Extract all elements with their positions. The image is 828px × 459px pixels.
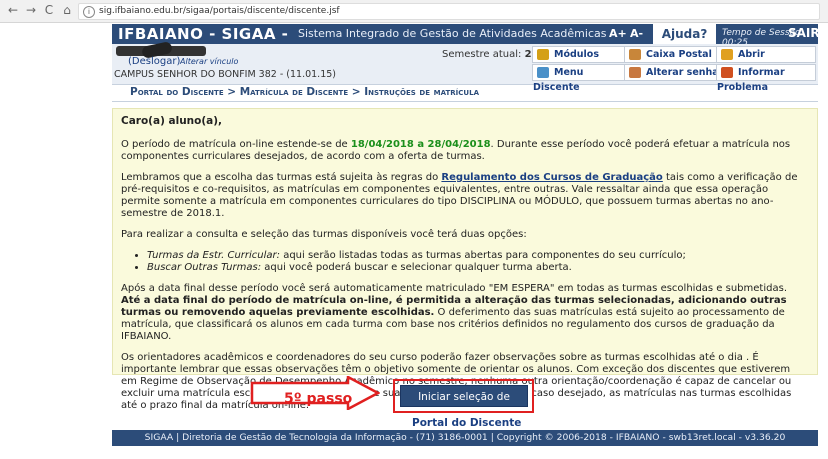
modules-icon: [537, 49, 549, 60]
menu-icon: [537, 67, 549, 78]
forward-arrow-icon[interactable]: →: [24, 3, 38, 17]
text: aqui você poderá buscar e selecionar qua…: [261, 262, 572, 273]
system-subtitle: Sistema Integrado de Gestão de Atividade…: [298, 27, 607, 40]
mailbox-button[interactable]: Caixa Postal: [624, 46, 720, 63]
reload-icon[interactable]: C: [42, 3, 56, 17]
list-item: Buscar Outras Turmas: aqui você poderá b…: [147, 262, 806, 274]
divider: [112, 101, 818, 102]
portal-link[interactable]: Portal do Discente: [412, 417, 521, 429]
step-label: 5º passo: [284, 391, 353, 407]
back-arrow-icon[interactable]: ←: [6, 3, 20, 17]
regulation-link[interactable]: Regulamento dos Cursos de Graduação: [441, 172, 662, 183]
user-info-bar: (Deslogar) Alterar vínculo CAMPUS SENHOR…: [112, 41, 818, 93]
text: Lembramos que a escolha das turmas está …: [121, 172, 442, 183]
url-text: sig.ifbaiano.edu.br/sigaa/portais/discen…: [99, 6, 340, 16]
report-problem-button[interactable]: Informar Problema: [716, 64, 816, 93]
modules-button[interactable]: Módulos: [532, 46, 628, 63]
home-icon[interactable]: ⌂: [60, 3, 74, 17]
breadcrumb: Portal do Discente > Matrícula de Discen…: [130, 86, 479, 98]
text: aqui serão listadas todas as turmas aber…: [280, 250, 686, 261]
deslogar-link[interactable]: (Deslogar): [128, 56, 180, 67]
site-info-icon[interactable]: i: [83, 6, 95, 18]
ticket-icon: [721, 49, 733, 60]
mailbox-icon: [629, 49, 641, 60]
list-item: Turmas da Estr. Curricular: aqui serão l…: [147, 250, 806, 262]
paragraph-options: Para realizar a consulta e seleção das t…: [121, 229, 527, 240]
open-ticket-button[interactable]: Abrir Chamado: [716, 46, 816, 75]
option-name: Turmas da Estr. Curricular:: [147, 250, 281, 261]
help-link[interactable]: Ajuda?: [653, 24, 716, 44]
change-password-label: Alterar senha: [646, 67, 719, 78]
logout-link[interactable]: SAIR: [788, 26, 820, 40]
mailbox-label: Caixa Postal: [646, 49, 712, 60]
change-password-button[interactable]: Alterar senha: [624, 64, 720, 81]
student-menu-button[interactable]: Menu Discente: [532, 64, 628, 93]
browser-toolbar: ← → C ⌂ i sig.ifbaiano.edu.br/sigaa/porta…: [0, 0, 828, 23]
warning-icon: [721, 67, 733, 78]
key-icon: [629, 67, 641, 78]
paragraph-deadline: Após a data final desse período você ser…: [121, 283, 806, 343]
increase-font-button[interactable]: A+: [609, 27, 627, 40]
text: O período de matrícula on-line estende-s…: [121, 139, 351, 150]
options-list: Turmas da Estr. Curricular: aqui serão l…: [121, 250, 806, 274]
footer: SIGAA | Diretoria de Gestão de Tecnologi…: [112, 430, 818, 446]
enrollment-dates: 18/04/2018 a 28/04/2018: [350, 139, 491, 150]
decrease-font-button[interactable]: A-: [630, 27, 643, 40]
paragraph-period: O período de matrícula on-line estende-s…: [121, 139, 806, 163]
modules-label: Módulos: [554, 49, 599, 60]
change-link-link[interactable]: Alterar vínculo: [180, 57, 238, 66]
system-header: IFBAIANO - SIGAA - Sistema Integrado de …: [112, 24, 820, 48]
semester-label: Semestre atual:: [442, 49, 522, 60]
instructions-text: Caro(a) aluno(a), O período de matrícula…: [121, 115, 806, 421]
system-title: IFBAIANO - SIGAA -: [118, 25, 289, 43]
greeting: Caro(a) aluno(a),: [121, 115, 223, 127]
address-bar[interactable]: i sig.ifbaiano.edu.br/sigaa/portais/disce…: [78, 3, 820, 20]
text: Após a data final desse período você ser…: [121, 283, 787, 294]
start-selection-button[interactable]: Iniciar seleção de turmas: [400, 385, 528, 425]
campus-label: CAMPUS SENHOR DO BONFIM 382 - (11.01.15): [114, 69, 336, 80]
paragraph-rules: Lembramos que a escolha das turmas está …: [121, 172, 806, 220]
instructions-panel: Caro(a) aluno(a), O período de matrícula…: [112, 108, 818, 411]
option-name: Buscar Outras Turmas:: [147, 262, 262, 273]
